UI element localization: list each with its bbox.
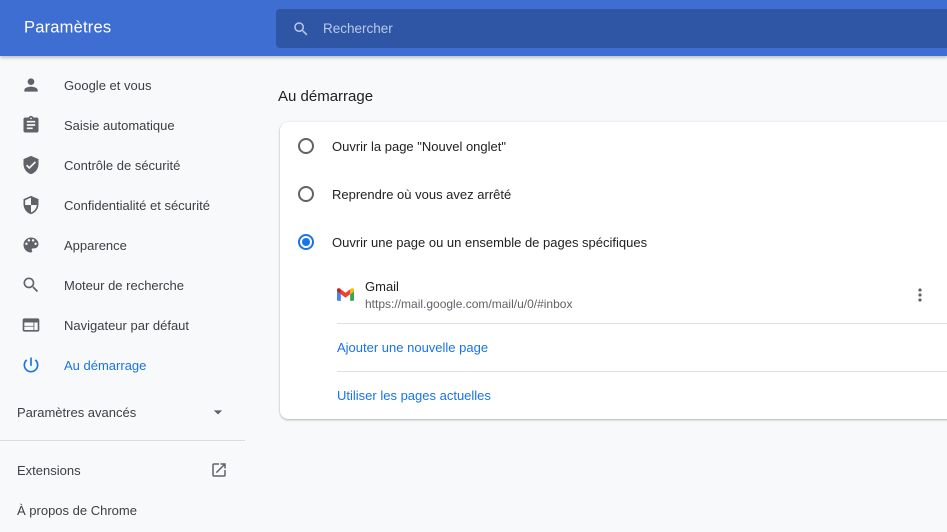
sidebar-item-about-chrome[interactable]: À propos de Chrome (0, 490, 245, 530)
section-title: Au démarrage (278, 88, 947, 105)
sidebar-item-label: Navigateur par défaut (64, 318, 189, 333)
external-link-icon (210, 461, 228, 479)
page-title: Paramètres (24, 19, 111, 38)
about-chrome-label: À propos de Chrome (17, 503, 137, 518)
use-current-pages-row[interactable]: Utiliser les pages actuelles (280, 372, 947, 419)
search-icon (21, 275, 41, 295)
sidebar-item-search-engine[interactable]: Moteur de recherche (0, 265, 245, 305)
sidebar-item-label: Google et vous (64, 78, 151, 93)
advanced-settings-label: Paramètres avancés (17, 405, 136, 420)
shield-check-icon (21, 155, 41, 175)
search-box[interactable] (276, 9, 947, 48)
sidebar-item-label: Contrôle de sécurité (64, 158, 180, 173)
more-actions-button[interactable] (908, 283, 932, 307)
radio-icon[interactable] (298, 138, 314, 154)
add-new-page-row[interactable]: Ajouter une nouvelle page (280, 324, 947, 371)
power-icon (21, 355, 41, 375)
sidebar-item-label: Apparence (64, 238, 127, 253)
sidebar-divider (0, 440, 245, 441)
browser-icon (21, 315, 41, 335)
on-startup-card: Ouvrir la page "Nouvel onglet" Reprendre… (280, 122, 947, 419)
sidebar-item-appearance[interactable]: Apparence (0, 225, 245, 265)
sidebar-item-default-browser[interactable]: Navigateur par défaut (0, 305, 245, 345)
sidebar-item-google[interactable]: Google et vous (0, 65, 245, 105)
option-continue-where-left-off[interactable]: Reprendre où vous avez arrêté (280, 170, 947, 218)
sidebar-item-extensions[interactable]: Extensions (0, 450, 245, 490)
sidebar-item-label: Confidentialité et sécurité (64, 198, 210, 213)
shield-half-icon (21, 195, 41, 215)
startup-page-title: Gmail (365, 279, 572, 294)
person-icon (21, 75, 41, 95)
search-icon (292, 20, 310, 38)
add-new-page-link[interactable]: Ajouter une nouvelle page (337, 340, 488, 355)
search-input[interactable] (323, 21, 947, 36)
sidebar-item-label: Moteur de recherche (64, 278, 184, 293)
sidebar-item-autofill[interactable]: Saisie automatique (0, 105, 245, 145)
startup-page-row[interactable]: Gmail https://mail.google.com/mail/u/0/#… (280, 266, 947, 323)
gmail-icon (337, 286, 354, 303)
radio-icon[interactable] (298, 186, 314, 202)
option-label: Ouvrir la page "Nouvel onglet" (332, 139, 506, 154)
extensions-label: Extensions (17, 463, 81, 478)
sidebar-item-privacy[interactable]: Confidentialité et sécurité (0, 185, 245, 225)
chevron-down-icon (208, 402, 228, 422)
startup-page-info: Gmail https://mail.google.com/mail/u/0/#… (365, 279, 572, 311)
option-open-new-tab[interactable]: Ouvrir la page "Nouvel onglet" (280, 122, 947, 170)
settings-sidebar: Google et vous Saisie automatique Contrô… (0, 56, 245, 532)
advanced-settings-toggle[interactable]: Paramètres avancés (0, 392, 245, 432)
radio-icon-selected[interactable] (298, 234, 314, 250)
palette-icon (21, 235, 41, 255)
sidebar-item-safety-check[interactable]: Contrôle de sécurité (0, 145, 245, 185)
clipboard-icon (21, 115, 41, 135)
sidebar-item-on-startup[interactable]: Au démarrage (0, 345, 245, 385)
settings-main: Au démarrage Ouvrir la page "Nouvel ongl… (245, 56, 947, 532)
sidebar-item-label: Saisie automatique (64, 118, 175, 133)
option-label: Ouvrir une page ou un ensemble de pages … (332, 235, 647, 250)
option-open-specific-pages[interactable]: Ouvrir une page ou un ensemble de pages … (280, 218, 947, 266)
app-header: Paramètres (0, 0, 947, 56)
option-label: Reprendre où vous avez arrêté (332, 187, 511, 202)
sidebar-item-label: Au démarrage (64, 358, 146, 373)
use-current-pages-link[interactable]: Utiliser les pages actuelles (337, 388, 491, 403)
more-vert-icon (910, 285, 930, 305)
startup-page-url: https://mail.google.com/mail/u/0/#inbox (365, 297, 572, 311)
